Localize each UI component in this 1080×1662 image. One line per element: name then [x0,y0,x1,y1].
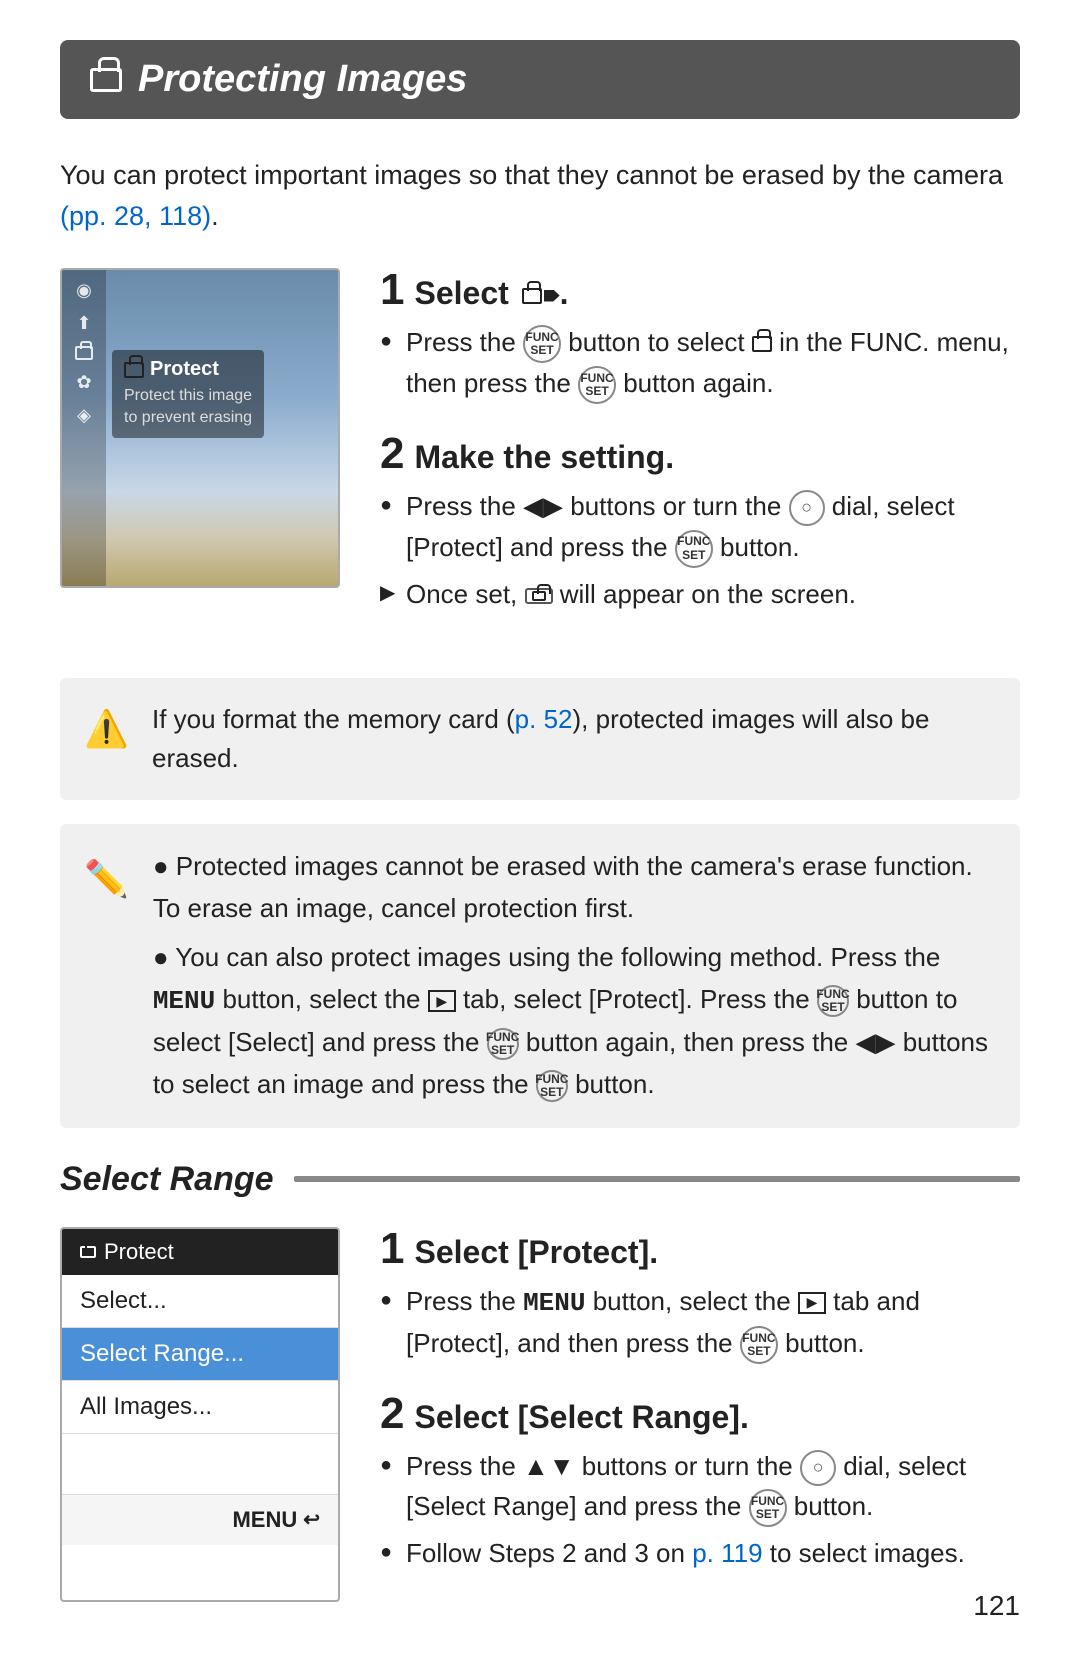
func-set-btn-2: FUNCSET [578,366,616,404]
step-3-header: 1 Select [Protect]. [380,1227,1020,1271]
dial-icon-1: ○ [789,490,825,526]
func-set-btn-note3: FUNCSET [536,1070,568,1102]
menu-item-select-range[interactable]: Select Range... [62,1328,338,1381]
step-3-bullet-1: ● Press the MENU button, select the ▶ ta… [380,1281,1020,1364]
intro-text: You can protect important images so that… [60,155,1020,236]
page-content: Protecting Images You can protect import… [0,0,1080,1662]
section-top: ◉ ⬆ ✿ ◈ Protect Protect this image to pr… [60,268,1020,642]
protect-row: Protect [124,358,252,381]
step-1-content: ● Press the FUNCSET button to select in … [380,322,1020,404]
notice-icon: ⚠️ [84,702,128,756]
step-1-header: 1 Select . [380,268,1020,312]
page-title: Protecting Images [138,58,467,101]
menu-footer: MENU ↩ [62,1494,338,1545]
func-set-btn-4: FUNCSET [740,1326,778,1364]
step-1: 1 Select . ● Press the FUNCSET button to… [380,268,1020,404]
step-2-bullet-2: ▶ Once set, will appear on the screen. [380,574,1020,614]
menu-back-icon: ↩ [303,1507,320,1532]
step-4-bullet-2: ● Follow Steps 2 and 3 on p. 119 to sele… [380,1533,1020,1573]
step-4-header: 2 Select [Select Range]. [380,1392,1020,1436]
dial-icon-2: ○ [800,1450,836,1486]
step-3-content: ● Press the MENU button, select the ▶ ta… [380,1281,1020,1364]
page-number: 121 [973,1590,1020,1622]
notice-link[interactable]: p. 52 [515,704,573,734]
note-bullet-1: ● Protected images cannot be erased with… [153,846,996,929]
func-set-btn-5: FUNCSET [749,1489,787,1527]
step-2: 2 Make the setting. ● Press the ◀▶ butto… [380,432,1020,614]
note-content: ● Protected images cannot be erased with… [153,846,996,1106]
playback-tab-icon: ▶ [428,990,456,1012]
step-4-title: Select [Select Range]. [414,1399,748,1436]
menu-header-label: Protect [104,1239,174,1265]
step-4-bullet-1: ● Press the ▲▼ buttons or turn the ○ dia… [380,1446,1020,1527]
step4-link[interactable]: p. 119 [692,1538,762,1568]
sidebar-icon-2: ⬆ [76,313,91,334]
step-1-bullet-1: ● Press the FUNCSET button to select in … [380,322,1020,404]
protect-title-icon [90,68,122,92]
step-1-title: Select . [414,275,568,312]
select-range-divider [294,1176,1020,1182]
notice-box: ⚠️ If you format the memory card (p. 52)… [60,678,1020,800]
step-4-content: ● Press the ▲▼ buttons or turn the ○ dia… [380,1446,1020,1574]
protect-sidebar-icon [75,346,93,360]
step-2-bullet-1: ● Press the ◀▶ buttons or turn the ○ dia… [380,486,1020,567]
func-set-btn-note: FUNCSET [817,985,849,1017]
sidebar-icons: ◉ ⬆ ✿ ◈ [62,270,106,586]
sidebar-icon-1: ◉ [76,280,92,301]
func-set-btn-1: FUNCSET [523,325,561,363]
protect-label-box: Protect Protect this image to prevent er… [112,350,264,438]
func-set-btn-note2: FUNCSET [487,1028,519,1060]
lock-icon [124,362,144,378]
menu-protect-icon [80,1246,96,1258]
select-range-title: Select Range [60,1160,294,1199]
protect-symbol-inline [752,336,772,352]
step-3-title: Select [Protect]. [414,1234,658,1271]
select-range-header: Select Range [60,1160,1020,1199]
protect-set-indicator [525,588,553,604]
note-bullet-2: ● You can also protect images using the … [153,937,996,1105]
menu-footer-label: MENU [232,1507,297,1533]
camera-screen: ◉ ⬆ ✿ ◈ Protect Protect this image to pr… [60,268,340,588]
menu-item-all-images[interactable]: All Images... [62,1381,338,1434]
section-bottom: Protect Select... Select Range... All Im… [60,1227,1020,1602]
menu-mockup: Protect Select... Select Range... All Im… [60,1227,340,1602]
steps-container-2: 1 Select [Protect]. ● Press the MENU but… [380,1227,1020,1602]
intro-link[interactable]: (pp. 28, 118) [60,201,211,231]
step-2-content: ● Press the ◀▶ buttons or turn the ○ dia… [380,486,1020,614]
note-icon: ✏️ [84,850,129,908]
menu-header: Protect [62,1229,338,1275]
notice-text: If you format the memory card (p. 52), p… [152,700,996,778]
sidebar-icon-5: ◈ [77,405,91,426]
step-2-header: 2 Make the setting. [380,432,1020,476]
menu-item-select[interactable]: Select... [62,1275,338,1328]
func-set-btn-3: FUNCSET [675,530,713,568]
note-box: ✏️ ● Protected images cannot be erased w… [60,824,1020,1128]
title-bar: Protecting Images [60,40,1020,119]
step-3: 1 Select [Protect]. ● Press the MENU but… [380,1227,1020,1364]
playback-tab-icon-2: ▶ [798,1292,826,1314]
protect-desc: Protect this image to prevent erasing [124,385,252,430]
step-2-title: Make the setting. [414,439,674,476]
sidebar-icon-4: ✿ [76,372,91,393]
steps-container: 1 Select . ● Press the FUNCSET button to… [380,268,1020,642]
step-4: 2 Select [Select Range]. ● Press the ▲▼ … [380,1392,1020,1574]
select-protect-icon [522,288,542,304]
